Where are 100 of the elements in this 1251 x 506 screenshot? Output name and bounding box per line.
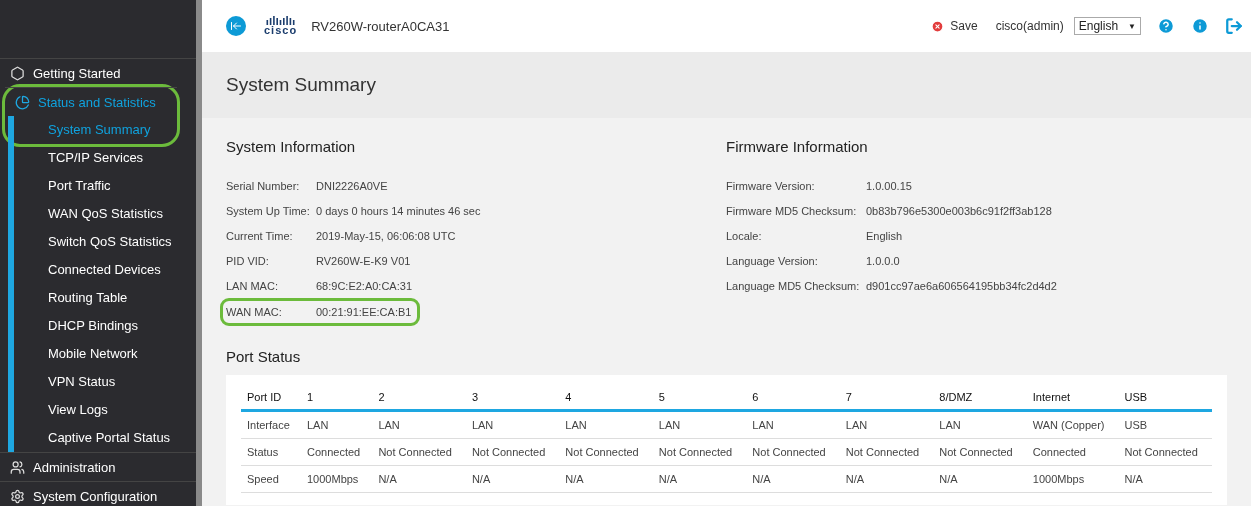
column-header: 1 <box>301 385 373 411</box>
table-cell: N/A <box>839 465 934 493</box>
info-value: RV260W-E-K9 V01 <box>316 254 411 267</box>
sidebar-item[interactable]: Administration <box>0 452 196 481</box>
table-cell: Not Connected <box>839 438 934 466</box>
info-label: Language Version: <box>726 254 819 267</box>
close-circle-icon <box>931 19 945 33</box>
people-icon <box>10 459 25 475</box>
info-label: LAN MAC: <box>226 279 279 292</box>
logo-bars-icon <box>265 16 296 25</box>
table-cell: 1000Mbps <box>301 465 373 493</box>
info-value: 68:9C:E2:A0:CA:31 <box>316 279 412 292</box>
table-cell: Connected <box>1026 438 1119 466</box>
table-cell: Not Connected <box>559 438 653 466</box>
section-title: Port Status <box>226 348 302 365</box>
device-name: RV260W-routerA0CA31 <box>311 18 450 34</box>
info-label: Current Time: <box>226 229 294 242</box>
info-label: Language MD5 Checksum: <box>726 279 861 292</box>
pie-chart-icon <box>15 94 30 110</box>
column-header: Port ID <box>241 385 301 411</box>
column-header: Internet <box>1026 385 1119 411</box>
sidebar-subitem[interactable]: DHCP Bindings <box>14 312 196 340</box>
save-button[interactable]: Save <box>931 19 978 33</box>
sidebar-item-label: Status and Statistics <box>38 94 156 110</box>
table-cell: Not Connected <box>1118 438 1212 466</box>
info-value: 0b83b796e5300e003b6c91f2ff3ab128 <box>866 204 1052 217</box>
table-cell: LAN <box>746 410 840 439</box>
table-cell: LAN <box>465 410 560 439</box>
column-header: 4 <box>559 385 653 411</box>
table-cell: Not Connected <box>372 438 466 466</box>
info-value: 1.0.00.15 <box>866 179 912 192</box>
table-cell: LAN <box>933 410 1027 439</box>
sidebar-subitem[interactable]: Captive Portal Status <box>14 424 196 452</box>
table-cell: N/A <box>933 465 1027 493</box>
sidebar-subitem[interactable]: Routing Table <box>14 284 196 312</box>
sidebar-item-label: Administration <box>33 459 116 475</box>
language-select[interactable]: English ▼ <box>1073 17 1141 35</box>
sidebar-item[interactable]: Getting Started <box>0 58 196 87</box>
info-label: Firmware Version: <box>726 179 816 192</box>
info-label: Serial Number: <box>226 179 301 192</box>
table-cell: N/A <box>372 465 466 493</box>
table-cell: Speed <box>241 465 301 493</box>
info-value: 2019-May-15, 06:06:08 UTC <box>316 229 456 242</box>
collapse-icon[interactable] <box>226 16 246 36</box>
column-header: USB <box>1118 385 1212 411</box>
column-header: 5 <box>652 385 747 411</box>
sidebar-subitem[interactable]: TCP/IP Services <box>14 144 196 172</box>
info-label: Firmware MD5 Checksum: <box>726 204 858 217</box>
table-cell: LAN <box>559 410 653 439</box>
table-cell: Not Connected <box>652 438 747 466</box>
logo-text: cisco <box>264 25 298 36</box>
column-header: 6 <box>746 385 840 411</box>
sidebar-subitem[interactable]: Mobile Network <box>14 340 196 368</box>
table-cell: N/A <box>1118 465 1212 493</box>
info-value: English <box>866 229 903 242</box>
logout-icon[interactable] <box>1225 17 1243 35</box>
info-icon[interactable] <box>1191 17 1209 35</box>
table-cell: USB <box>1118 410 1212 439</box>
sidebar-item-label: Getting Started <box>33 65 121 81</box>
hexagon-icon <box>10 65 25 81</box>
sidebar-subitem[interactable]: WAN QoS Statistics <box>14 200 196 228</box>
sidebar-subitem[interactable]: Port Traffic <box>14 172 196 200</box>
column-header: 8/DMZ <box>933 385 1027 411</box>
section-title: Firmware Information <box>726 138 869 155</box>
info-label: System Up Time: <box>226 204 311 217</box>
table-cell: N/A <box>559 465 653 493</box>
page-title: System Summary <box>226 74 376 96</box>
gear-icon <box>10 488 25 504</box>
sidebar-subitem[interactable]: View Logs <box>14 396 196 424</box>
column-header: 3 <box>465 385 560 411</box>
table-cell: Not Connected <box>746 438 840 466</box>
info-value: d901cc97ae6a606564195bb34fc2d4d2 <box>866 279 1057 292</box>
info-value: DNI2226A0VE <box>316 179 388 192</box>
user-name: cisco(admin) <box>995 19 1064 33</box>
section-title: System Information <box>226 138 357 155</box>
info-label: WAN MAC: <box>226 306 283 318</box>
table-cell: N/A <box>746 465 840 493</box>
table-cell: Not Connected <box>933 438 1027 466</box>
table-cell: Connected <box>301 438 373 466</box>
sidebar-item-label: System Configuration <box>33 488 158 504</box>
info-value: 1.0.0.0 <box>866 254 900 267</box>
table-cell: LAN <box>372 410 466 439</box>
help-icon[interactable] <box>1157 17 1175 35</box>
column-header: 7 <box>839 385 934 411</box>
table-cell: LAN <box>301 410 373 439</box>
sidebar-subitem[interactable]: VPN Status <box>14 368 196 396</box>
table-cell: Not Connected <box>465 438 560 466</box>
table-cell: LAN <box>652 410 747 439</box>
info-label: Locale: <box>726 229 763 242</box>
table-cell: Status <box>241 438 301 466</box>
table-cell: Interface <box>241 410 301 439</box>
column-header: 2 <box>372 385 466 411</box>
info-value: 0 days 0 hours 14 minutes 46 sec <box>316 204 481 217</box>
sidebar-subitem[interactable]: Connected Devices <box>14 256 196 284</box>
sidebar-item[interactable]: System Configuration <box>0 481 196 506</box>
info-label: PID VID: <box>226 254 270 267</box>
sidebar-subitem[interactable]: System Summary <box>8 116 177 144</box>
table-cell: N/A <box>652 465 747 493</box>
sidebar-item[interactable]: Status and Statistics <box>5 87 177 116</box>
sidebar-subitem[interactable]: Switch QoS Statistics <box>14 228 196 256</box>
